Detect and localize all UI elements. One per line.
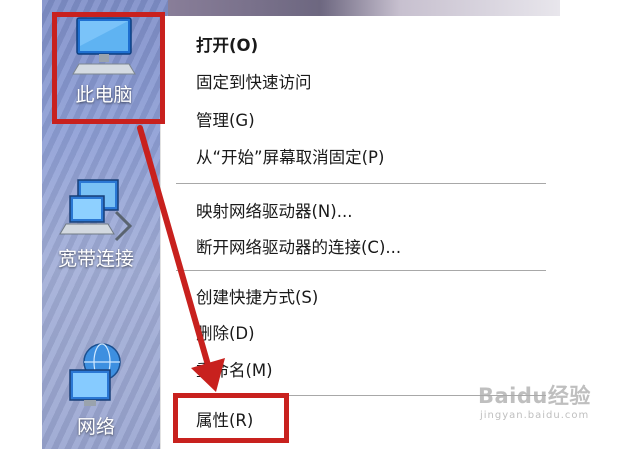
watermark-brand: Baidu经验	[478, 384, 591, 408]
menu-item-disconnect-network-drive[interactable]: 断开网络驱动器的连接(C)...	[196, 236, 401, 260]
desktop-icon-network[interactable]: 网络	[48, 340, 144, 438]
network-connection-icon	[59, 179, 133, 242]
highlight-box-properties	[173, 393, 289, 443]
menu-item-pin-quick-access[interactable]: 固定到快速访问	[196, 71, 312, 95]
network-globe-icon	[69, 343, 121, 406]
network-label: 网络	[76, 416, 115, 438]
menu-item-delete[interactable]: 删除(D)	[196, 322, 255, 346]
menu-item-create-shortcut[interactable]: 创建快捷方式(S)	[196, 286, 318, 310]
menu-separator-1	[176, 183, 546, 184]
menu-item-unpin-start[interactable]: 从“开始”屏幕取消固定(P)	[196, 146, 384, 170]
menu-item-manage[interactable]: 管理(G)	[196, 109, 255, 133]
broadband-label: 宽带连接	[57, 248, 134, 270]
menu-separator-2	[176, 270, 546, 271]
menu-item-rename[interactable]: 重命名(M)	[196, 359, 273, 383]
watermark-url: jingyan.baidu.com	[480, 410, 590, 421]
baidu-watermark: Baidu经验 jingyan.baidu.com	[478, 380, 608, 430]
menu-item-open[interactable]: 打开(O)	[196, 34, 258, 58]
menu-item-map-network-drive[interactable]: 映射网络驱动器(N)...	[196, 200, 352, 224]
highlight-box-this-pc	[52, 12, 165, 124]
desktop-wallpaper-top	[160, 0, 560, 16]
screenshot-stage: 此电脑 宽带连接 网络 打开(O) 固定到快速访问 管理(G) 从“开始”屏幕取…	[0, 0, 621, 449]
desktop-icon-broadband[interactable]: 宽带连接	[48, 176, 144, 271]
